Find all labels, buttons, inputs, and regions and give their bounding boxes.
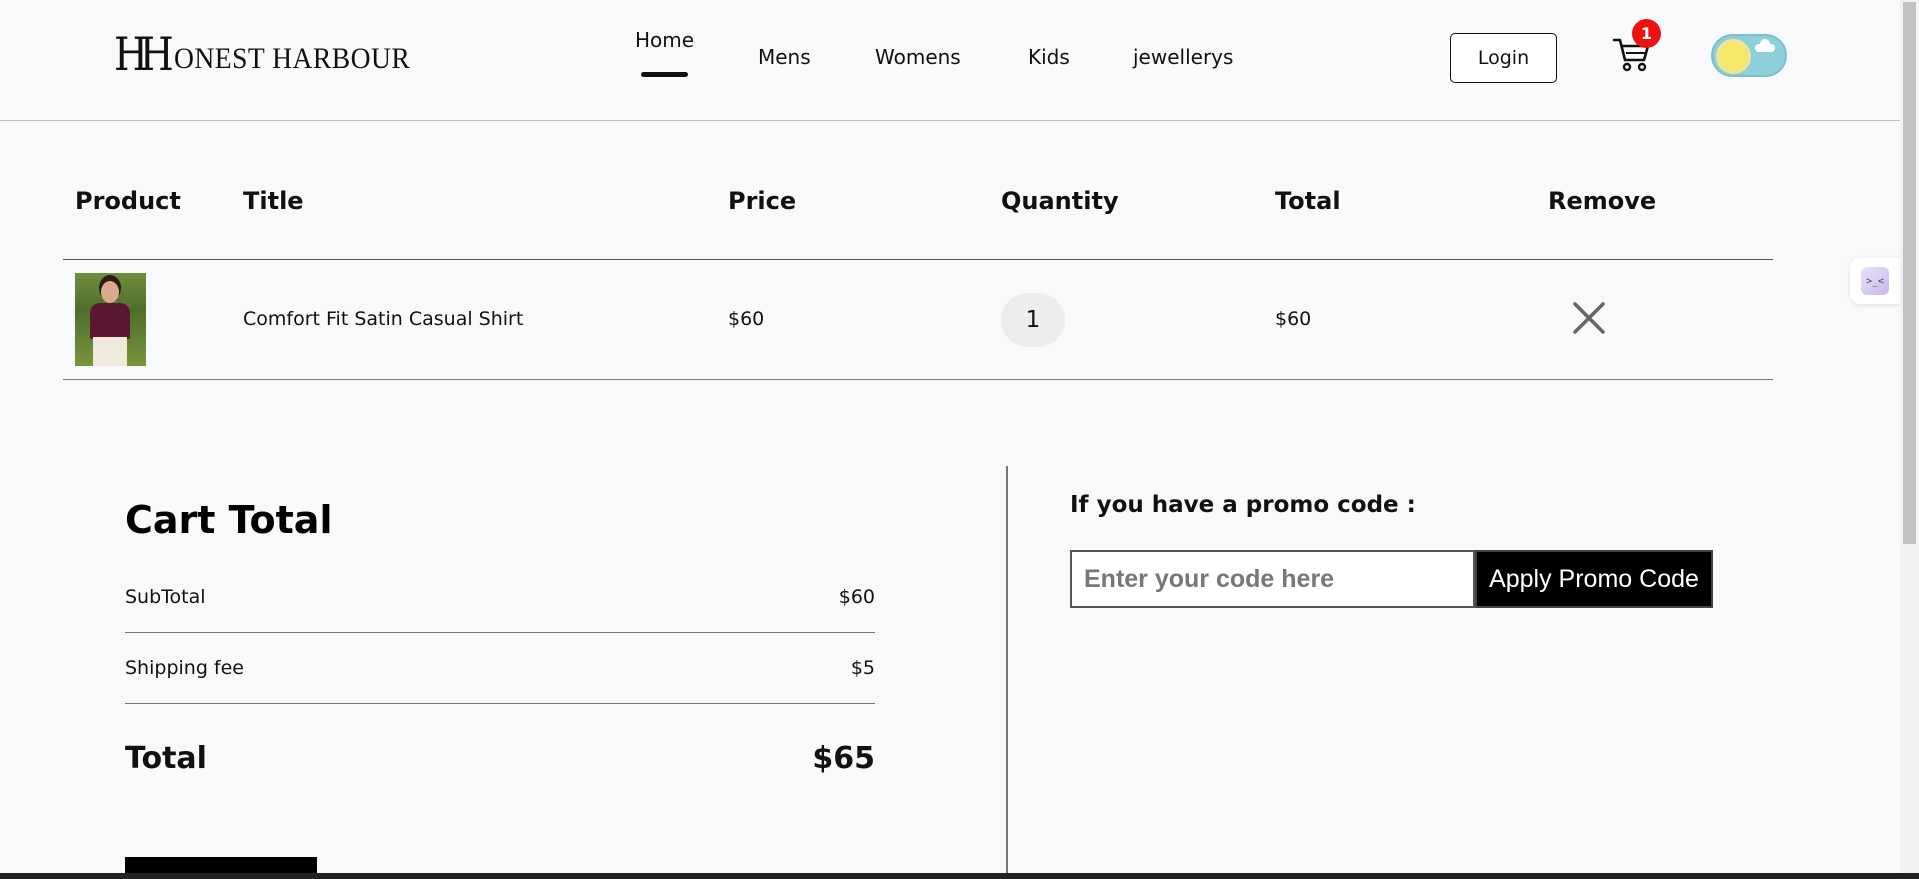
quantity-pill[interactable]: 1 [1001, 293, 1065, 347]
assistant-face-icon: >_< [1861, 267, 1889, 295]
cart-table-header: Product Title Price Quantity Total Remov… [63, 165, 1773, 260]
remove-item-icon[interactable] [1571, 300, 1607, 336]
total-row: Total $65 [125, 704, 875, 812]
page-scrollbar[interactable] [1900, 0, 1919, 879]
col-product: Product [75, 187, 181, 215]
bottom-edge-bar [0, 873, 1919, 879]
nav-jewellerys[interactable]: jewellerys [1133, 45, 1233, 69]
section-divider [1006, 466, 1008, 879]
promo-title: If you have a promo code : [1070, 492, 1416, 518]
product-price: $60 [728, 308, 765, 330]
site-header: HH ONEST HARBOUR Home Mens Womens Kids j… [0, 0, 1900, 121]
promo-form: Apply Promo Code [1070, 550, 1713, 608]
col-title: Title [243, 187, 304, 215]
cart-total-heading: Cart Total [125, 498, 333, 542]
product-total: $60 [1275, 308, 1312, 330]
theme-toggle[interactable] [1711, 34, 1787, 77]
product-image[interactable] [75, 273, 146, 366]
cloud-icon [1755, 39, 1775, 52]
total-label: Total [125, 740, 207, 776]
total-value: $65 [812, 740, 875, 776]
col-price: Price [728, 187, 797, 215]
promo-section: If you have a promo code : Apply Promo C… [1070, 492, 1713, 608]
subtotal-value: $60 [838, 586, 875, 608]
subtotal-label: SubTotal [125, 586, 206, 608]
sun-icon [1716, 39, 1751, 74]
brand-logo[interactable]: HH ONEST HARBOUR [114, 30, 431, 78]
nav-mens[interactable]: Mens [758, 45, 811, 69]
logo-mark: HH [114, 27, 174, 81]
cart-count-badge: 1 [1632, 19, 1661, 48]
nav-kids[interactable]: Kids [1028, 45, 1070, 69]
nav-home[interactable]: Home [635, 28, 694, 77]
product-title: Comfort Fit Satin Casual Shirt [243, 308, 524, 330]
nav-womens[interactable]: Womens [875, 45, 961, 69]
promo-code-input[interactable] [1070, 550, 1475, 608]
shipping-value: $5 [850, 657, 875, 679]
shipping-row: Shipping fee $5 [125, 633, 875, 704]
col-total: Total [1275, 187, 1341, 215]
scrollbar-thumb[interactable] [1903, 2, 1916, 544]
col-quantity: Quantity [1001, 187, 1119, 215]
logo-text: ONEST HARBOUR [174, 42, 411, 75]
shipping-label: Shipping fee [125, 657, 244, 679]
table-row: Comfort Fit Satin Casual Shirt $60 1 $60 [63, 260, 1773, 380]
col-remove: Remove [1548, 187, 1657, 215]
side-assistant-widget[interactable]: >_< [1850, 258, 1900, 304]
subtotal-row: SubTotal $60 [125, 562, 875, 633]
apply-promo-button[interactable]: Apply Promo Code [1475, 550, 1713, 608]
login-button[interactable]: Login [1450, 33, 1557, 83]
cart-total-section: Cart Total SubTotal $60 Shipping fee $5 … [125, 498, 875, 812]
